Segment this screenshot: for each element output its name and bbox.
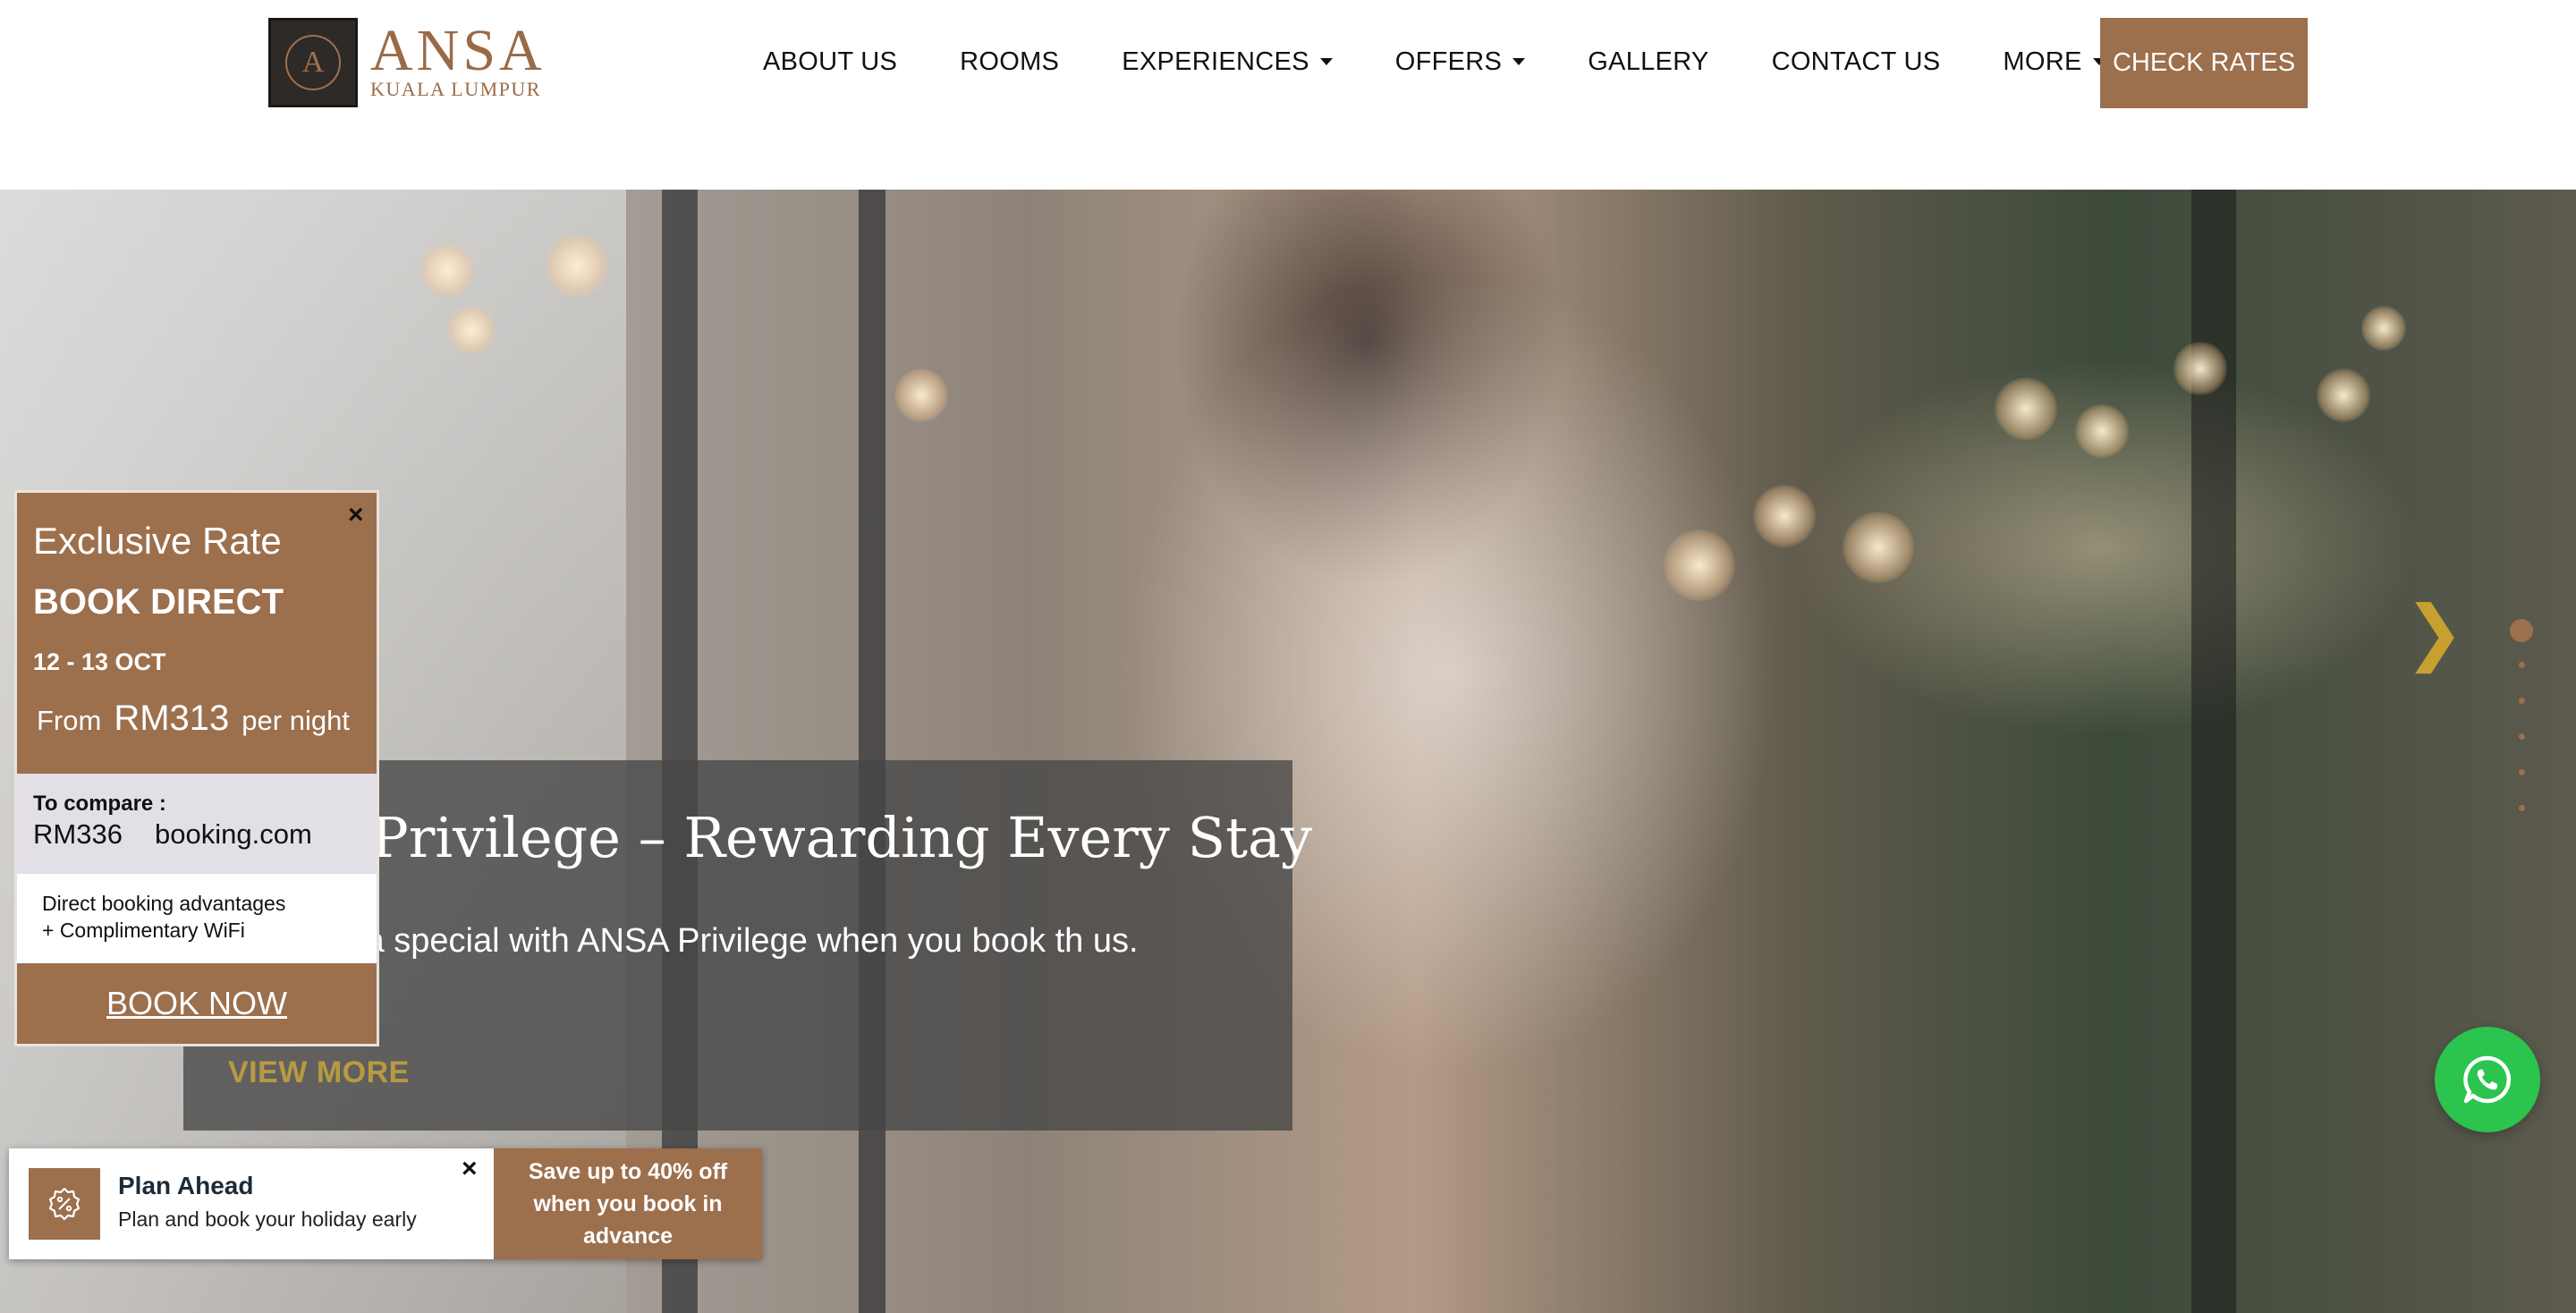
hero-caption-title: Privilege – Rewarding Every Stay (371, 805, 1312, 870)
caret-down-icon (1319, 58, 1333, 65)
rate-label: Exclusive Rate (33, 520, 282, 562)
hero-caption-text: stay extra special with ANSA Privilege w… (237, 922, 1139, 960)
hero-slider: Privilege – Rewarding Every Stay stay ex… (0, 190, 2576, 1313)
hero-bokeh-light (1664, 529, 1735, 601)
perk-item: Direct booking advantages (42, 892, 286, 915)
compare-label: To compare : (33, 792, 166, 816)
hero-bokeh-light (2075, 404, 2129, 458)
slider-dot[interactable] (2518, 769, 2525, 775)
nav-rooms[interactable]: ROOMS (960, 47, 1059, 77)
hero-image-post (662, 190, 698, 1313)
perks-panel: Direct booking advantages + Complimentar… (17, 874, 377, 963)
hero-bokeh-light (2361, 306, 2406, 351)
main-nav: ABOUT US ROOMS EXPERIENCES OFFERS GALLER… (763, 39, 2106, 84)
nav-label: OFFERS (1394, 47, 1503, 76)
book-now-button[interactable]: BOOK NOW (17, 963, 377, 1044)
nav-experiences[interactable]: EXPERIENCES (1122, 47, 1333, 77)
hero-bokeh-light (546, 234, 608, 297)
caret-down-icon (1513, 58, 1526, 65)
logo-mark: A (268, 18, 358, 107)
nav-label: ABOUT US (763, 47, 898, 76)
logo-wordmark: ANSA KUALA LUMPUR (370, 18, 546, 101)
logo-monogram: A (285, 35, 341, 90)
discount-badge-icon (29, 1168, 100, 1240)
nav-contact-us[interactable]: CONTACT US (1772, 47, 1941, 77)
nav-label: EXPERIENCES (1122, 47, 1309, 76)
check-rates-button[interactable]: CHECK RATES (2100, 18, 2308, 108)
nav-label: ROOMS (960, 47, 1060, 76)
rate-dates: 12 - 13 OCT (33, 648, 166, 675)
hero-bokeh-light (2317, 368, 2370, 422)
hero-bokeh-light (420, 243, 474, 297)
hero-image-post (859, 190, 886, 1313)
nav-label: MORE (2003, 47, 2082, 76)
site-header: A ANSA KUALA LUMPUR ABOUT US ROOMS EXPER… (0, 0, 2576, 190)
slider-dots (2510, 619, 2533, 841)
nav-gallery[interactable]: GALLERY (1588, 47, 1708, 77)
rate-from-label: From (37, 705, 102, 736)
compare-price: RM336 (33, 818, 123, 850)
chevron-right-icon[interactable]: ❯ (2404, 590, 2464, 673)
hero-bokeh-light (2174, 342, 2227, 395)
close-icon[interactable]: × (348, 500, 364, 530)
nav-more[interactable]: MORE (2003, 47, 2106, 77)
compare-panel: To compare : RM336 booking.com (17, 774, 377, 874)
nav-label: GALLERY (1588, 47, 1709, 76)
close-icon[interactable]: × (462, 1154, 478, 1184)
slider-dot[interactable] (2518, 698, 2525, 704)
plan-ahead-cta[interactable]: Save up to 40% off when you book in adva… (494, 1148, 762, 1259)
rate-price-line: From RM313 per night (37, 699, 350, 739)
slider-dot-active[interactable] (2510, 619, 2533, 642)
view-more-link[interactable]: VIEW MORE (228, 1055, 410, 1090)
compare-site: booking.com (155, 818, 312, 850)
nav-about-us[interactable]: ABOUT US (763, 47, 897, 77)
plan-ahead-banner: Plan Ahead Plan and book your holiday ea… (9, 1148, 762, 1259)
exclusive-rate-widget: × Exclusive Rate BOOK DIRECT 12 - 13 OCT… (14, 490, 379, 1046)
hero-bokeh-light (1995, 377, 2057, 440)
logo-name: ANSA (370, 18, 546, 83)
whatsapp-icon (2463, 1055, 2512, 1104)
rate-price: RM313 (114, 699, 230, 738)
rate-per-night: per night (242, 705, 350, 736)
hero-bokeh-light (1753, 485, 1816, 547)
slider-dot[interactable] (2518, 733, 2525, 740)
discount-badge-svg (48, 1187, 80, 1221)
whatsapp-button[interactable] (2435, 1027, 2540, 1132)
plan-ahead-subtitle: Plan and book your holiday early (118, 1207, 417, 1231)
plan-ahead-title: Plan Ahead (118, 1172, 254, 1199)
slider-dot[interactable] (2518, 805, 2525, 811)
nav-label: CONTACT US (1771, 47, 1941, 76)
hero-bokeh-light (447, 306, 496, 354)
hero-bokeh-light (894, 368, 948, 422)
book-direct-heading: BOOK DIRECT (33, 582, 284, 622)
perk-item: + Complimentary WiFi (42, 919, 245, 942)
hotel-logo[interactable]: A ANSA KUALA LUMPUR (268, 18, 546, 107)
hero-bokeh-light (1843, 512, 1914, 583)
nav-offers[interactable]: OFFERS (1394, 47, 1526, 77)
slider-dot[interactable] (2518, 662, 2525, 668)
logo-subtitle: KUALA LUMPUR (370, 78, 541, 100)
